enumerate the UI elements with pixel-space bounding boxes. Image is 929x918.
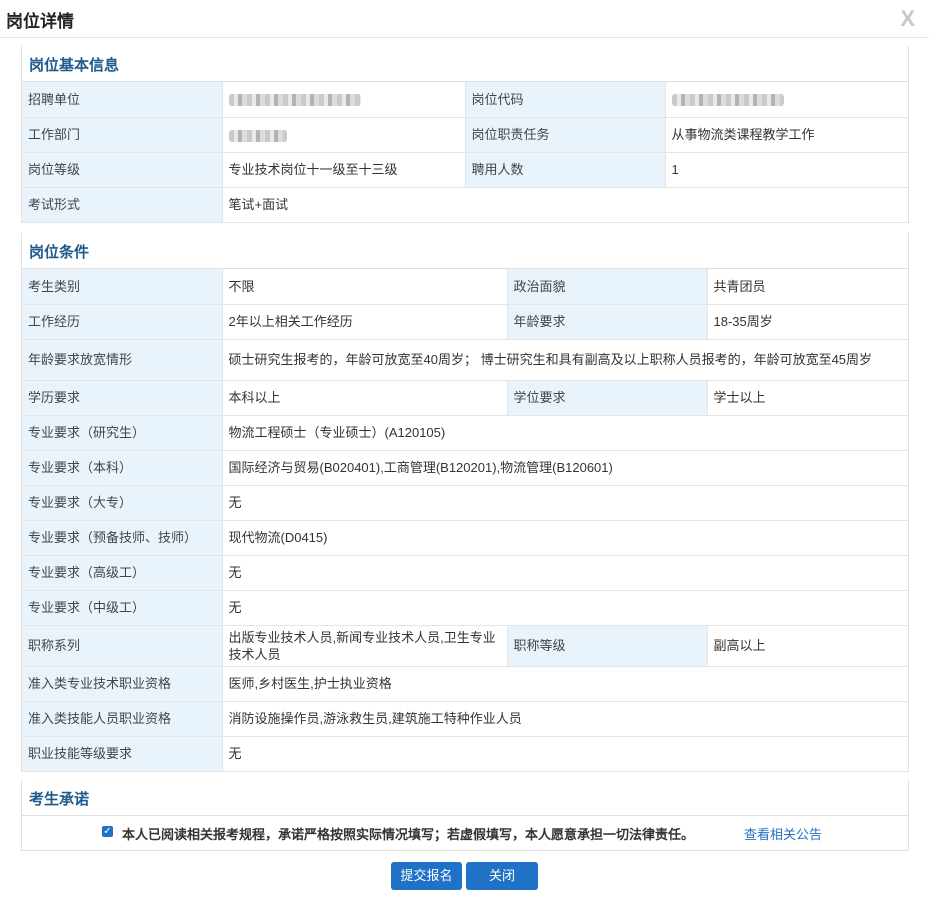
pledge-checkbox[interactable]: ✓: [102, 826, 113, 837]
conditions-heading: 岗位条件: [22, 233, 908, 269]
count-label: 聘用人数: [465, 152, 666, 188]
condition-label: 职业技能等级要求: [22, 736, 223, 772]
unit-value-redacted: [222, 82, 466, 118]
condition-label: 准入类技能人员职业资格: [22, 701, 223, 737]
basic-info-section: 岗位基本信息 招聘单位 岗位代码 工作部门 岗位职责任务 从事物流类课程教学工作…: [21, 46, 909, 223]
condition-value: 现代物流(D0415): [222, 520, 908, 556]
condition-value: 国际经济与贸易(B020401),工商管理(B120201),物流管理(B120…: [222, 450, 908, 486]
pledge-section: 考生承诺 ✓ 本人已阅读相关报考规程，承诺严格按照实际情况填写；若虚假填写，本人…: [21, 780, 909, 851]
condition-value: 消防设施操作员,游泳救生员,建筑施工特种作业人员: [222, 701, 908, 737]
condition-label: 专业要求（本科）: [22, 450, 223, 486]
level-label: 岗位等级: [22, 152, 223, 188]
condition-label: 工作经历: [22, 304, 223, 340]
condition-label: 专业要求（大专）: [22, 485, 223, 521]
pledge-text: 本人已阅读相关报考规程，承诺严格按照实际情况填写；若虚假填写，本人愿意承担一切法…: [122, 827, 695, 842]
condition-value: 无: [222, 736, 908, 772]
unit-label: 招聘单位: [22, 82, 223, 118]
condition-label: 政治面貌: [507, 269, 708, 305]
condition-value: 出版专业技术人员,新闻专业技术人员,卫生专业技术人员: [222, 625, 508, 667]
condition-value: 医师,乡村医生,护士执业资格: [222, 666, 908, 702]
submit-button[interactable]: 提交报名: [391, 862, 462, 890]
condition-label: 专业要求（中级工）: [22, 590, 223, 626]
condition-label: 学位要求: [507, 380, 708, 416]
code-label: 岗位代码: [465, 82, 666, 118]
condition-label: 考生类别: [22, 269, 223, 305]
dept-value-redacted: [222, 117, 466, 153]
condition-value: 本科以上: [222, 380, 508, 416]
level-value: 专业技术岗位十一级至十三级: [222, 152, 466, 188]
condition-label: 专业要求（高级工）: [22, 555, 223, 591]
condition-value: 物流工程硕士（专业硕士）(A120105): [222, 415, 908, 451]
condition-value: 不限: [222, 269, 508, 305]
dialog-titlebar: 岗位详情 X: [0, 0, 929, 38]
condition-label: 专业要求（预备技师、技师）: [22, 520, 223, 556]
condition-label: 专业要求（研究生）: [22, 415, 223, 451]
condition-value: 共青团员: [707, 269, 908, 305]
pledge-row: ✓ 本人已阅读相关报考规程，承诺严格按照实际情况填写；若虚假填写，本人愿意承担一…: [22, 816, 908, 851]
condition-value: 无: [222, 590, 908, 626]
condition-label: 职称等级: [507, 625, 708, 667]
close-button[interactable]: 关闭: [466, 862, 538, 890]
code-value-redacted: [665, 82, 908, 118]
pledge-heading: 考生承诺: [22, 780, 908, 816]
condition-label: 准入类专业技术职业资格: [22, 666, 223, 702]
condition-label: 年龄要求放宽情形: [22, 339, 223, 381]
close-icon[interactable]: X: [900, 6, 915, 32]
dept-label: 工作部门: [22, 117, 223, 153]
count-value: 1: [665, 152, 908, 188]
condition-value: 硕士研究生报考的，年龄可放宽至40周岁； 博士研究生和具有副高及以上职称人员报考…: [222, 339, 908, 381]
view-notice-link[interactable]: 查看相关公告: [744, 824, 822, 843]
duty-label: 岗位职责任务: [465, 117, 666, 153]
exam-label: 考试形式: [22, 187, 223, 223]
condition-value: 2年以上相关工作经历: [222, 304, 508, 340]
condition-value: 无: [222, 555, 908, 591]
condition-label: 职称系列: [22, 625, 223, 667]
condition-label: 学历要求: [22, 380, 223, 416]
basic-info-table: 招聘单位 岗位代码 工作部门 岗位职责任务 从事物流类课程教学工作 岗位等级 专…: [22, 82, 908, 223]
condition-value: 无: [222, 485, 908, 521]
condition-value: 副高以上: [707, 625, 908, 667]
dialog-title: 岗位详情: [6, 12, 74, 31]
condition-label: 年龄要求: [507, 304, 708, 340]
basic-info-heading: 岗位基本信息: [22, 46, 908, 82]
exam-value: 笔试+面试: [222, 187, 908, 223]
condition-value: 18-35周岁: [707, 304, 908, 340]
duty-value: 从事物流类课程教学工作: [665, 117, 908, 153]
condition-value: 学士以上: [707, 380, 908, 416]
conditions-section: 岗位条件 考生类别 不限 政治面貌 共青团员 工作经历 2年以上相关工作经历 年…: [21, 233, 909, 772]
conditions-table: 考生类别 不限 政治面貌 共青团员 工作经历 2年以上相关工作经历 年龄要求 1…: [22, 269, 908, 772]
